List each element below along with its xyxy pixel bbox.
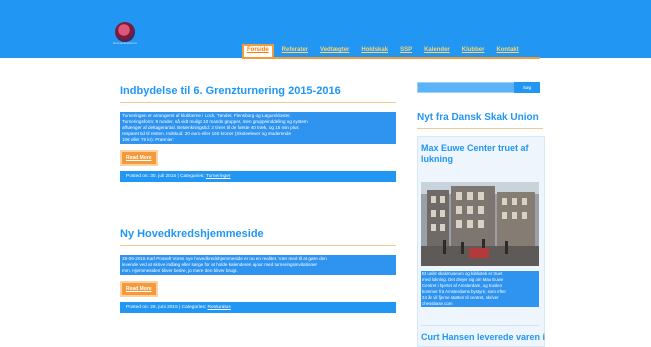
read-more-button[interactable]: Read More	[120, 281, 158, 297]
building-photo-icon	[421, 182, 539, 266]
post-date: Posted on: 28. juni 2015	[126, 305, 178, 310]
post-excerpt: Turneringen er arrangeret af klubberne i…	[120, 112, 396, 144]
feed-post-title[interactable]: Max Euwe Center truet af lukning	[421, 143, 539, 165]
post-article: Indbydelse til 6. Grenzturnering 2015-20…	[120, 85, 396, 182]
post-meta: Posted on: 28. juni 2015 | Categories: R…	[120, 302, 396, 313]
nav-item-referater[interactable]: Referater	[278, 44, 312, 58]
post-title[interactable]: Ny Hovedkredshjemmeside	[120, 228, 396, 240]
nav-item-klubber[interactable]: Klubber	[458, 44, 489, 58]
post-date: Posted on: 30. juli 2015	[126, 174, 177, 179]
main-nav: Forside Referater Vedtægter Holdskak SSP…	[242, 44, 523, 58]
club-logo-icon[interactable]	[115, 22, 135, 42]
nav-item-ssp[interactable]: SSP	[396, 44, 416, 58]
nav-item-vedtaegter[interactable]: Vedtægter	[316, 44, 353, 58]
excerpt-line: mm. Hjemmesiden bliver bedre, jo mere de…	[122, 268, 238, 273]
categories-label: Categories:	[180, 174, 206, 179]
nav-underline	[242, 57, 540, 59]
logo-caption: Grænseklubberne	[113, 41, 138, 45]
post-excerpt: 28-06-2015 Karl Posselt Vores nye hovedk…	[120, 255, 396, 275]
nav-item-forside[interactable]: Forside	[242, 44, 274, 58]
site-header: Grænseklubberne Forside Referater Vedtæg…	[0, 0, 651, 58]
feed-post-title-next[interactable]: Curt Hansen leverede varen i	[421, 332, 545, 342]
category-link[interactable]: Turneringer	[206, 174, 231, 179]
excerpt-line: 10€ eller 75 kr). Præmier:	[122, 137, 175, 142]
read-more-button[interactable]: Read More	[120, 150, 158, 166]
feed-post-image[interactable]	[421, 182, 539, 266]
title-divider	[120, 102, 396, 103]
title-divider	[120, 245, 396, 246]
search-input[interactable]	[417, 82, 515, 93]
post-title[interactable]: Indbydelse til 6. Grenzturnering 2015-20…	[120, 85, 396, 97]
search-button[interactable]: Søg	[514, 82, 540, 93]
sidebar-section-title: Nyt fra Dansk Skak Union	[417, 112, 539, 123]
categories-label: Categories:	[181, 305, 208, 310]
feed-separator	[421, 325, 539, 326]
nav-item-kalender[interactable]: Kalender	[420, 44, 454, 58]
nav-item-kontakt[interactable]: Kontakt	[492, 44, 522, 58]
post-article: Ny Hovedkredshjemmeside 28-06-2015 Karl …	[120, 228, 396, 313]
excerpt-line: chessbase.com	[422, 301, 453, 306]
category-link[interactable]: Resturatus	[208, 305, 231, 310]
nav-item-holdskak[interactable]: Holdskak	[357, 44, 392, 58]
post-meta: Posted on: 30. juli 2015 | Categories: T…	[120, 171, 396, 182]
feed-post-excerpt: Et unikt skakmuseum og bibliotek er true…	[421, 271, 539, 307]
sidebar-divider	[417, 128, 543, 129]
